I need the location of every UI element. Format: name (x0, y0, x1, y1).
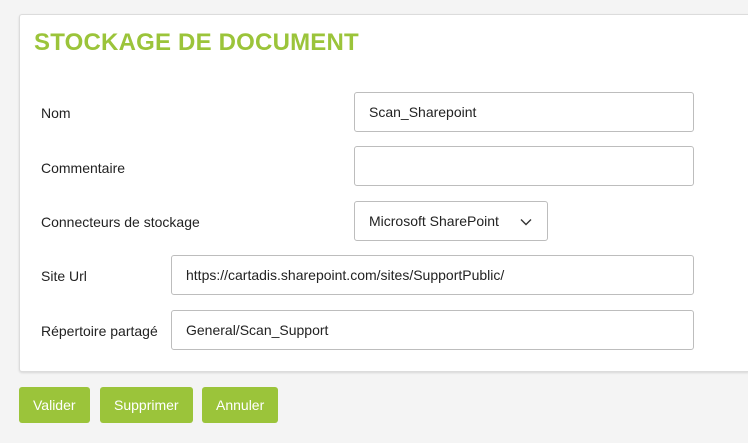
nom-input[interactable] (354, 92, 694, 132)
site-url-label: Site Url (41, 268, 87, 284)
document-storage-card: STOCKAGE DE DOCUMENT Nom Commentaire Con… (19, 14, 748, 372)
nom-label: Nom (41, 105, 71, 121)
commentaire-input[interactable] (354, 146, 694, 186)
site-url-input[interactable] (171, 255, 694, 295)
commentaire-label: Commentaire (41, 160, 126, 176)
repertoire-label: Répertoire partagé (41, 323, 158, 339)
connecteur-label: Connecteurs de stockage (41, 214, 200, 230)
supprimer-button[interactable]: Supprimer (100, 387, 193, 423)
page: STOCKAGE DE DOCUMENT Nom Commentaire Con… (0, 0, 748, 443)
connecteur-select[interactable]: Microsoft SharePoint (354, 201, 548, 241)
repertoire-input[interactable] (171, 310, 694, 350)
connecteur-selected-value: Microsoft SharePoint (369, 213, 499, 229)
chevron-down-icon (520, 219, 532, 226)
valider-button[interactable]: Valider (19, 387, 90, 423)
section-title: STOCKAGE DE DOCUMENT (34, 29, 359, 56)
annuler-button[interactable]: Annuler (202, 387, 279, 423)
